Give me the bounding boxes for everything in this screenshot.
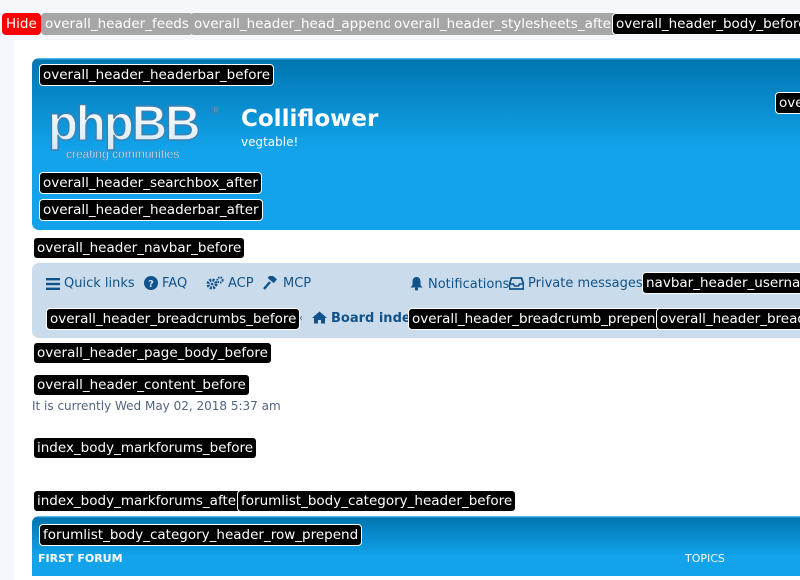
template-event-tag: overall_header_breadc (656, 308, 800, 330)
template-event-tag: overall_header_headerbar_before (39, 64, 275, 86)
gears-icon (206, 276, 224, 290)
template-event-tag: overall_header_feeds (41, 13, 193, 35)
notifications-label: Notifications (428, 277, 510, 292)
template-event-tag: index_body_markforums_after (33, 490, 246, 512)
template-event-tag: forumlist_body_category_header_before (237, 490, 517, 512)
site-logo[interactable]: phpBB ® creating communities (48, 100, 228, 162)
private-messages-link[interactable]: Private messages (508, 276, 643, 292)
template-event-tag: navbar_header_usernam (642, 272, 800, 294)
gavel-icon (263, 274, 277, 290)
logo-wordmark: phpBB (48, 100, 199, 151)
breadcrumb-board-index-label: Board index (331, 311, 420, 326)
svg-text:?: ? (148, 279, 154, 290)
question-circle-icon: ? (144, 276, 158, 290)
logo-registered: ® (212, 105, 220, 117)
current-time: It is currently Wed May 02, 2018 5:37 am (32, 399, 281, 413)
category-name[interactable]: First Forum (38, 552, 123, 565)
template-event-tag: overall_header_head_append (190, 13, 397, 35)
mcp-link[interactable]: MCP (263, 274, 312, 292)
template-event-tag: overall_header_content_before (33, 374, 250, 396)
template-event-tag: index_body_markforums_before (33, 437, 258, 459)
quick-links-label: Quick links (64, 276, 135, 291)
quick-links-button[interactable]: Quick links (46, 276, 135, 292)
template-event-tag: overall_header_searchbox_after (39, 172, 262, 194)
acp-link[interactable]: ACP (206, 276, 254, 292)
logo-tagline: creating communities (66, 147, 179, 161)
site-title[interactable]: Colliflower (241, 106, 378, 132)
private-messages-label: Private messages (528, 276, 643, 291)
notifications-link[interactable]: Notifications (409, 276, 509, 293)
template-event-tag: overall_header_breadcrumb_prepend (408, 308, 669, 330)
template-event-tag: overall_header_page_body_before (33, 342, 272, 364)
template-event-tag: ove (775, 92, 800, 114)
hamburger-icon (46, 278, 60, 290)
template-event-tag: forumlist_body_category_header_row_prepe… (39, 524, 363, 546)
bell-icon (410, 277, 423, 291)
template-event-tag: overall_header_stylesheets_after (390, 13, 621, 35)
breadcrumb-board-index[interactable]: Board index (312, 311, 419, 327)
template-event-tag: overall_header_headerbar_after (39, 199, 263, 221)
faq-link[interactable]: ? FAQ (144, 276, 187, 292)
template-event-tag: overall_header_body_before (612, 13, 800, 35)
acp-label: ACP (228, 276, 254, 291)
home-icon (312, 311, 327, 324)
inbox-icon (508, 277, 525, 290)
breadcrumb-separator: ‹ (299, 313, 303, 324)
template-event-tag: overall_header_breadcrumbs_before (46, 308, 301, 330)
site-description: vegtable! (241, 135, 299, 149)
faq-label: FAQ (162, 276, 188, 291)
template-event-tag: overall_header_navbar_before (33, 237, 246, 259)
hide-button[interactable]: Hide (2, 13, 41, 35)
topics-column-header: Topics (685, 552, 725, 565)
mcp-label: MCP (283, 276, 312, 291)
